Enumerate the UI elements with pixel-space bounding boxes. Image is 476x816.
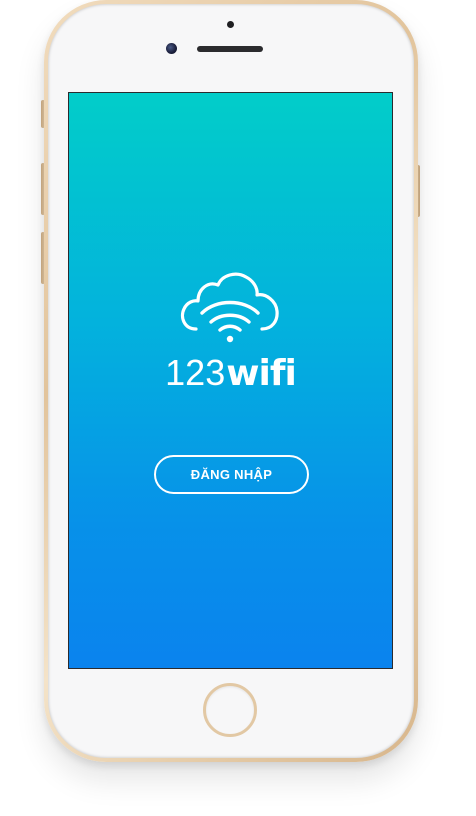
logo-word: wifi xyxy=(226,353,297,394)
app-screen: 123wifi ĐĂNG NHẬP xyxy=(68,92,393,669)
app-logo-wordmark: 123wifi xyxy=(69,355,392,392)
front-camera-icon xyxy=(166,43,177,54)
proximity-sensor xyxy=(227,21,234,28)
home-button-icon[interactable] xyxy=(203,683,257,737)
earpiece-speaker xyxy=(197,46,263,52)
login-button[interactable]: ĐĂNG NHẬP xyxy=(154,455,309,494)
mockup-stage: 123wifi ĐĂNG NHẬP xyxy=(0,0,476,816)
login-button-label: ĐĂNG NHẬP xyxy=(190,467,273,482)
cloud-wifi-icon xyxy=(180,272,279,343)
logo-number: 123 xyxy=(165,352,226,393)
